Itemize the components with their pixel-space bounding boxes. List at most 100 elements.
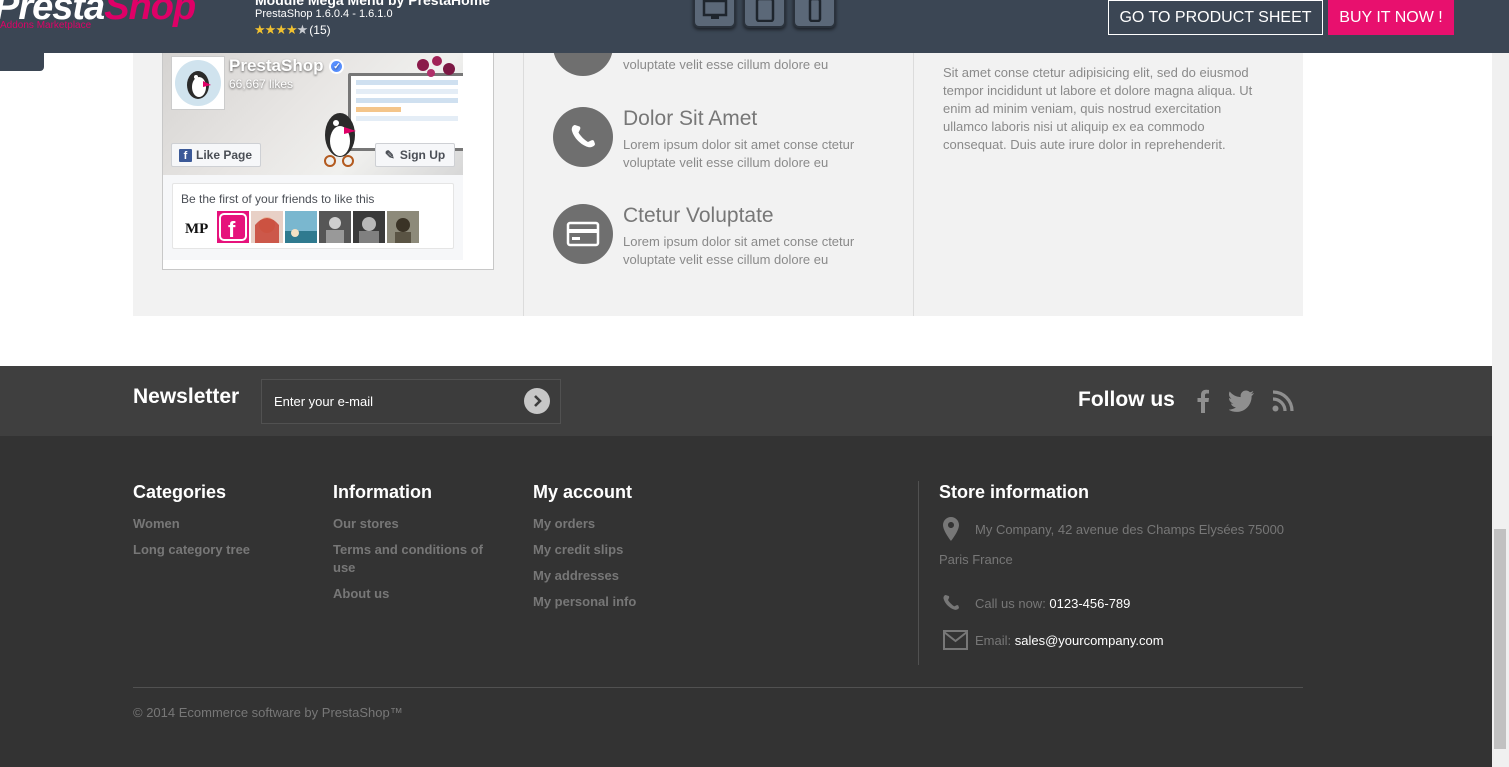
friend-avatar[interactable] [285,211,317,243]
scrollbar-thumb[interactable] [1494,529,1506,749]
rss-social-link[interactable] [1270,388,1296,414]
footer-column-title[interactable]: Categories [133,482,313,503]
footer-link-my-orders[interactable]: My orders [533,515,713,533]
feature-title: Ctetur Voluptate [623,204,774,227]
feature-text: Lorem ipsum dolor sit amet conse ctetur … [623,234,855,267]
facebook-cover-image[interactable]: PrestaShop ✓ 66,667 likes f Like Page ✎ Sig… [163,53,463,175]
facebook-icon [1197,389,1209,413]
star-icon: ★ [285,22,298,37]
store-information-title: Store information [939,482,1090,502]
friend-avatar[interactable] [353,211,385,243]
footer-link-my-addresses[interactable]: My addresses [533,567,713,585]
phone-icon [571,125,595,148]
device-preview-switcher [693,0,836,28]
facebook-social-link[interactable] [1190,388,1216,414]
store-phone-row: Call us now: 0123-456-789 [939,595,1299,616]
store-phone-number[interactable]: 0123-456-789 [1049,596,1130,611]
friend-avatar[interactable] [251,211,283,243]
store-information: Store information My Company, 42 avenue … [939,482,1299,653]
star-empty-icon: ★ [296,22,309,37]
like-page-label: Like Page [196,148,253,162]
store-email-link[interactable]: sales@yourcompany.com [1015,633,1164,648]
logo-subtitle: Addons Marketplace [0,20,92,31]
go-to-product-sheet-button[interactable]: GO TO PRODUCT SHEET [1108,0,1323,35]
friend-avatar[interactable] [387,211,419,243]
about-paragraph: Sit amet conse ctetur adipisicing elit, … [943,65,1253,152]
facebook-page-avatar[interactable] [171,56,225,110]
page-scrollbar[interactable] [1492,53,1509,767]
footer-link-terms[interactable]: Terms and conditions of use [333,541,503,577]
newsletter-email-input[interactable]: Enter your e-mail [261,379,561,424]
star-icon: ★ [254,22,266,37]
verified-badge-icon: ✓ [329,58,345,74]
store-info-divider [918,481,919,665]
newsletter-submit-button[interactable] [524,388,550,414]
column-divider [523,53,524,316]
rss-icon [1272,390,1294,412]
star-icon: ★ [264,22,277,37]
phone-icon [943,595,959,610]
twitter-icon [1229,390,1254,412]
footer-link-long-category-tree[interactable]: Long category tree [133,541,313,559]
footer-link-my-credit-slips[interactable]: My credit slips [533,541,713,559]
friend-avatar[interactable] [319,211,351,243]
friend-avatar[interactable]: f [217,211,249,243]
feature-item: Ctetur Voluptate Lorem ipsum dolor sit a… [553,204,893,267]
rating-count: (15) [309,23,331,37]
footer-link-about-us[interactable]: About us [333,585,503,603]
friend-avatar[interactable]: MP [183,211,215,243]
twitter-social-link[interactable] [1229,388,1255,414]
column-divider [913,53,914,316]
mobile-preview-button[interactable] [793,0,836,28]
mobile-icon [808,0,821,22]
feature-text: Lorem ipsum dolor sit amet conse ctetur … [623,137,855,170]
chevron-right-icon [534,395,542,407]
flower-decoration [417,56,455,77]
content-panel: PrestaShop ✓ 66,667 likes f Like Page ✎ Sig… [133,16,1303,316]
module-version: PrestaShop 1.6.0.4 - 1.6.1.0 [255,8,393,20]
footer-my-account-column: My account My orders My credit slips My … [533,482,713,619]
sign-up-label: Sign Up [399,148,446,162]
logo-accent-text: Shop [104,0,196,28]
footer-link-my-personal-info[interactable]: My personal info [533,593,713,611]
store-email-row: Email: sales@yourcompany.com [939,630,1299,653]
page-footer: Categories Women Long category tree Info… [0,436,1492,767]
facebook-page-name[interactable]: PrestaShop ✓ [229,56,345,76]
penguin-logo-icon [187,71,211,99]
feature-icon-circle [553,107,613,167]
footer-column-title[interactable]: My account [533,482,713,503]
call-us-label: Call us now: [975,596,1050,611]
facebook-likes-count: 66,667 likes [229,77,294,91]
map-marker-icon [943,517,959,541]
footer-link-our-stores[interactable]: Our stores [333,515,503,533]
copyright-text[interactable]: © 2014 Ecommerce software by PrestaShop™ [133,705,403,720]
facebook-like-page-button[interactable]: f Like Page [171,143,261,167]
laptop-screen-image [348,73,463,151]
newsletter-band: Newsletter Enter your e-mail Follow us [0,366,1492,436]
email-label: Email: [975,633,1015,648]
svg-text:MP: MP [185,221,208,237]
footer-divider [133,687,1303,688]
footer-column-title[interactable]: Information [333,482,503,503]
footer-link-women[interactable]: Women [133,515,313,533]
footer-information-column: Information Our stores Terms and conditi… [333,482,503,611]
friends-like-text: Be the first of your friends to like thi… [181,192,375,206]
star-icon: ★ [275,22,287,37]
follow-us-title: Follow us [1078,388,1175,411]
module-name: Module Mega Menu by PrestaHome [255,0,490,8]
tablet-preview-button[interactable] [743,0,786,28]
store-address-row: My Company, 42 avenue des Champs Elysées… [939,515,1299,575]
feature-text: voluptate velit esse cillum dolore eu [623,57,829,72]
feature-icon-circle [553,204,613,264]
rating-stars: ★★★★★ (15) [254,22,331,38]
facebook-sign-up-button[interactable]: ✎ Sign Up [375,143,455,167]
penguin-mascot-image [324,113,356,167]
friend-faces: MP f [183,211,419,243]
facebook-friends-box: Be the first of your friends to like thi… [172,183,454,249]
store-address: My Company, 42 avenue des Champs Elysées… [939,522,1285,567]
buy-it-now-button[interactable]: BUY IT NOW ! [1328,0,1454,35]
desktop-icon [702,0,727,19]
desktop-preview-button[interactable] [693,0,736,28]
feature-item: Dolor Sit Amet Lorem ipsum dolor sit ame… [553,107,893,170]
page-name-text: PrestaShop [229,56,324,75]
